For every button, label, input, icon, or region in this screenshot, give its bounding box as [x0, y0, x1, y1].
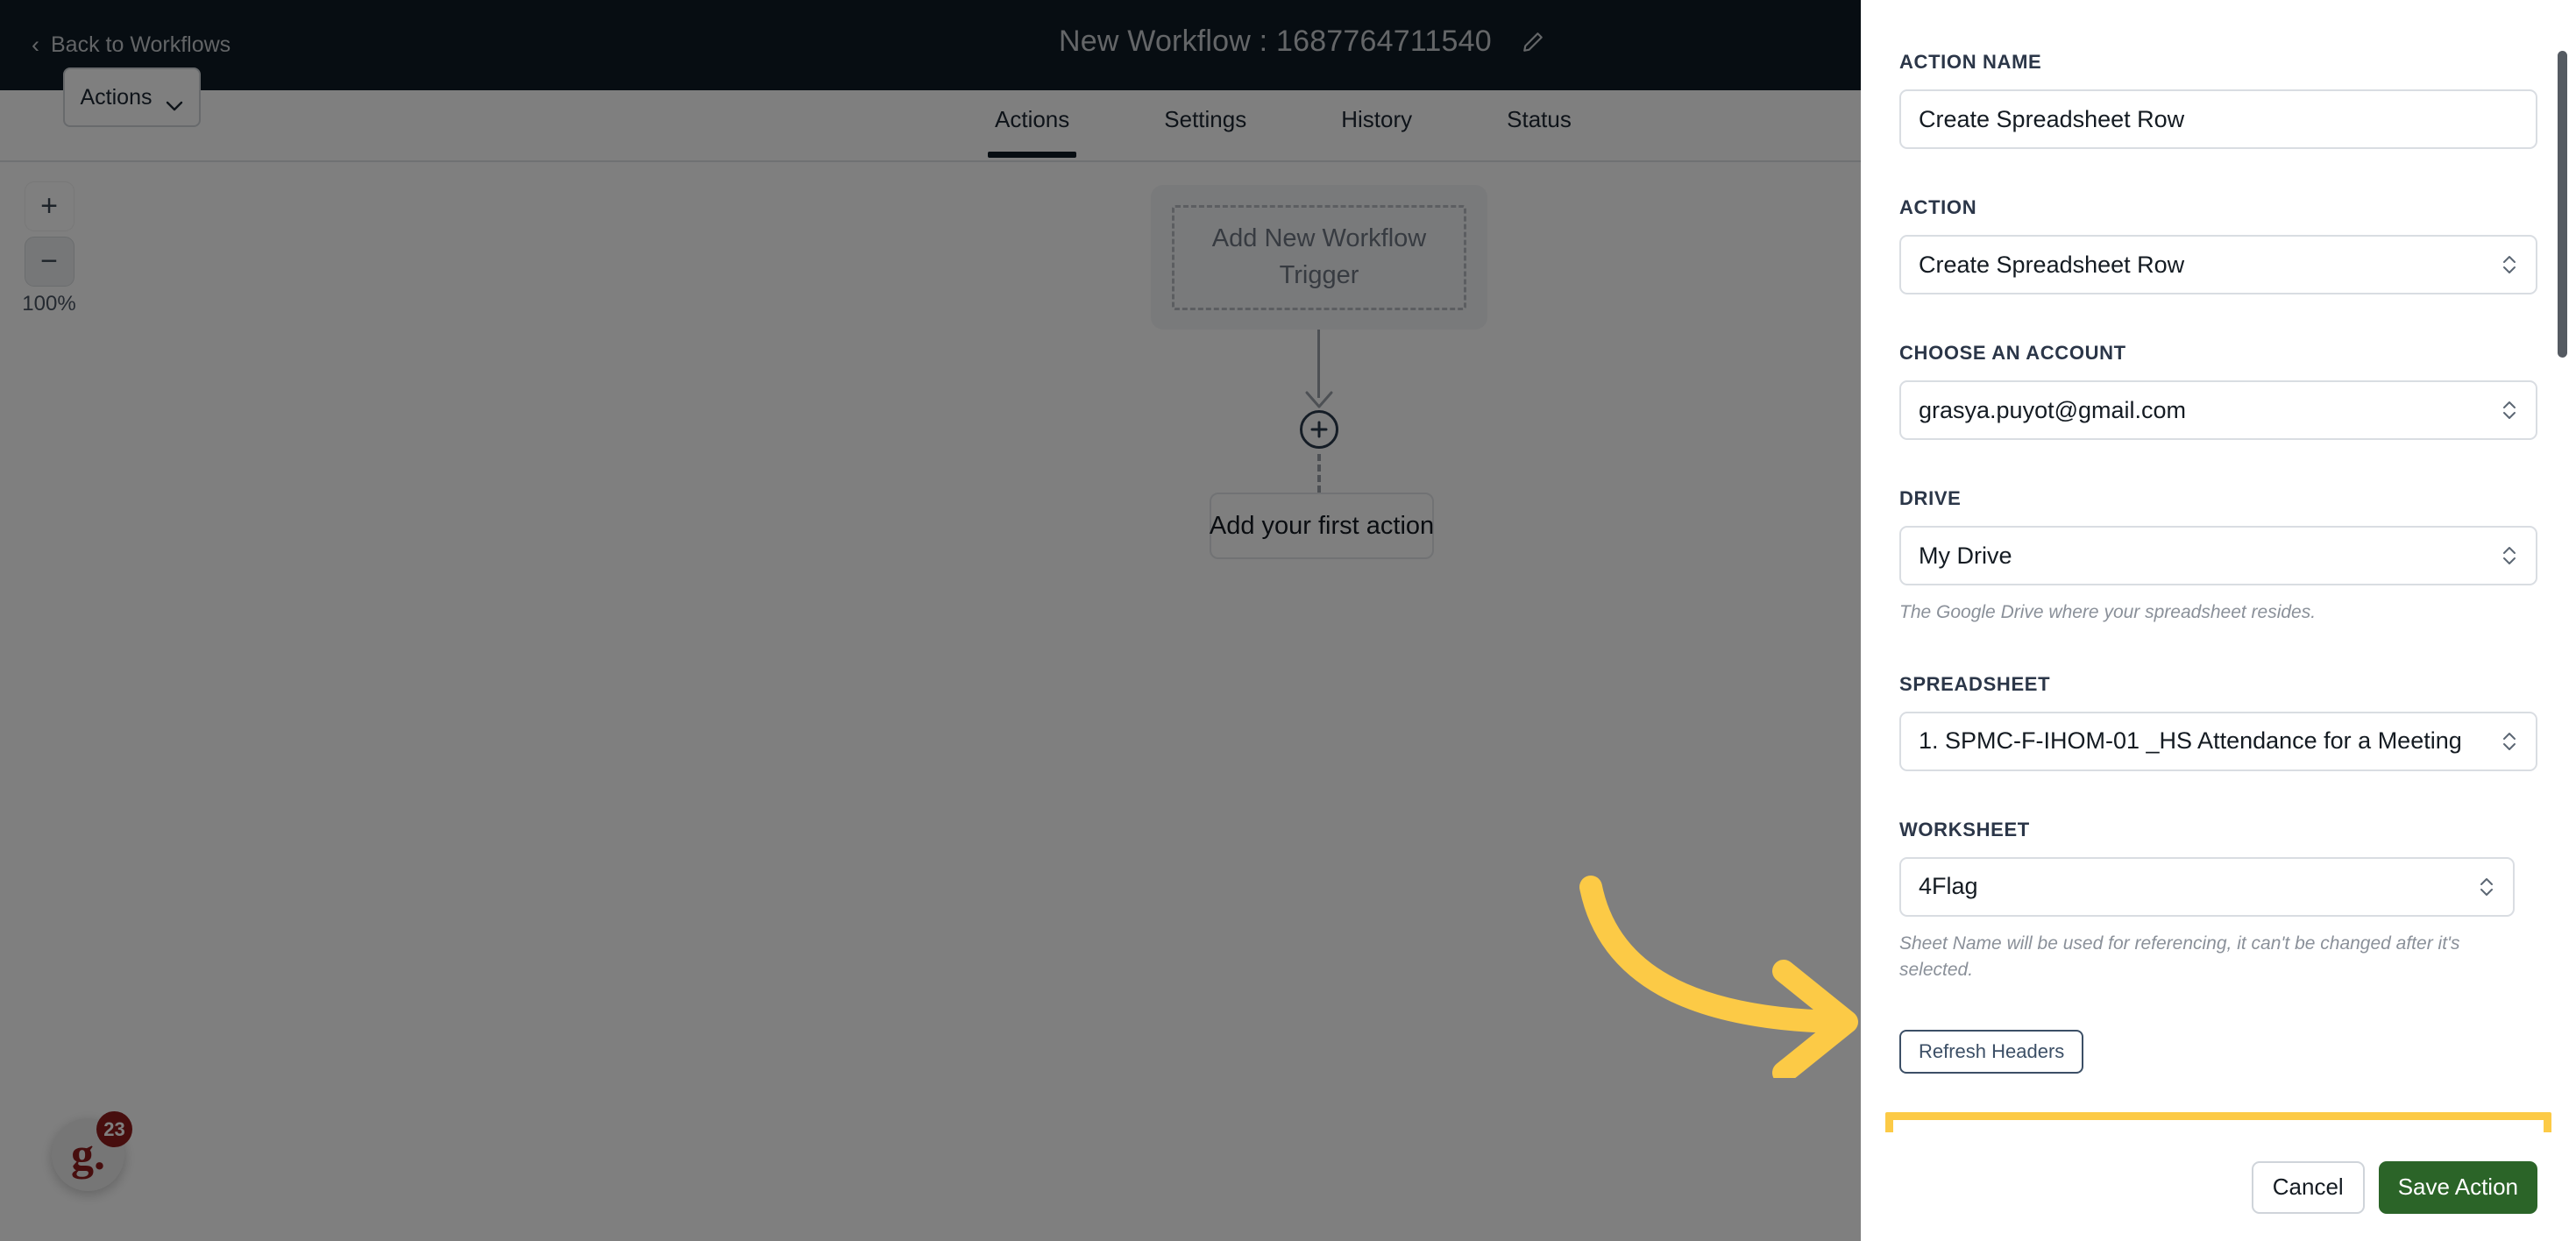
field-action: ACTION Create Spreadsheet Row [1899, 196, 2537, 294]
starting-column-highlight: STARTING COLUMN Select a Start Column [1885, 1112, 2551, 1132]
trigger-node-label: Add New Workflow Trigger [1211, 224, 1427, 289]
field-account: CHOOSE AN ACCOUNT grasya.puyot@gmail.com [1899, 342, 2537, 440]
zoom-out-label: − [40, 245, 58, 278]
drive-help-text: The Google Drive where your spreadsheet … [1899, 602, 2317, 622]
workflow-editor: ‹ Back to Workflows New Workflow : 16877… [0, 0, 1861, 1241]
action-config-form: ACTION NAME Create Spreadsheet Row ACTIO… [1861, 0, 2576, 1132]
save-action-button[interactable]: Save Action [2378, 1160, 2537, 1214]
panel-scrollbar-thumb[interactable] [2558, 51, 2567, 358]
app-root: ‹ Back to Workflows New Workflow : 16877… [0, 0, 2576, 1241]
action-value: Create Spreadsheet Row [1919, 251, 2185, 278]
cancel-label: Cancel [2272, 1174, 2344, 1200]
drive-label: DRIVE [1899, 487, 1962, 509]
chat-unread-count: 23 [103, 1117, 125, 1140]
action-config-panel: ACTION NAME Create Spreadsheet Row ACTIO… [1861, 0, 2576, 1241]
action-select[interactable]: Create Spreadsheet Row [1899, 235, 2537, 294]
connector-dashed-line [1317, 454, 1321, 493]
connector-line [1317, 330, 1320, 398]
actions-dropdown-button[interactable]: Actions [63, 67, 201, 127]
worksheet-value: 4Flag [1919, 873, 1978, 900]
chevron-up-down-icon [2478, 872, 2495, 902]
drive-select[interactable]: My Drive [1899, 526, 2537, 585]
add-first-action-button[interactable]: Add your first action [1210, 493, 1434, 559]
field-spreadsheet: SPREADSHEET 1. SPMC-F-IHOM-01 _HS Attend… [1899, 673, 2537, 771]
action-label: ACTION [1899, 196, 1977, 218]
chevron-up-down-icon [2501, 250, 2518, 280]
spreadsheet-select[interactable]: 1. SPMC-F-IHOM-01 _HS Attendance for a M… [1899, 711, 2537, 771]
spreadsheet-label: SPREADSHEET [1899, 672, 2051, 695]
panel-footer: Cancel Save Action [1861, 1132, 2576, 1241]
workflow-title-group: New Workflow : 1687764711540 [1059, 25, 1544, 59]
pencil-icon[interactable] [1522, 31, 1544, 53]
tab-status-label: Status [1507, 106, 1572, 132]
action-name-value: Create Spreadsheet Row [1919, 105, 2185, 132]
worksheet-select[interactable]: 4Flag [1899, 856, 2515, 917]
chevron-up-down-icon [2501, 541, 2518, 571]
workflow-trigger-node[interactable]: Add New Workflow Trigger [1151, 185, 1487, 330]
tab-actions[interactable]: Actions [987, 106, 1077, 158]
drive-value: My Drive [1919, 542, 2012, 569]
account-value: grasya.puyot@gmail.com [1919, 396, 2187, 423]
top-bar: ‹ Back to Workflows New Workflow : 16877… [0, 0, 1861, 90]
action-name-label: ACTION NAME [1899, 51, 2042, 73]
chevron-down-icon [166, 92, 183, 110]
add-step-button[interactable] [1300, 410, 1338, 449]
zoom-in-button[interactable]: + [24, 181, 75, 231]
tab-bar: Actions Actions Settings History Status [0, 67, 1861, 162]
zoom-controls: + − 100% [14, 181, 84, 316]
workflow-flow: Add New Workflow Trigger Add your first … [1151, 185, 1493, 559]
tab-list: Actions Settings History Status [987, 106, 1572, 158]
zoom-in-label: + [40, 189, 58, 223]
field-action-name: ACTION NAME Create Spreadsheet Row [1899, 51, 2537, 149]
trigger-placeholder: Add New Workflow Trigger [1172, 204, 1466, 310]
save-action-label: Save Action [2397, 1174, 2518, 1200]
chat-unread-badge: 23 [96, 1111, 132, 1147]
actions-dropdown-label: Actions [80, 84, 153, 110]
chevron-left-icon: ‹ [32, 32, 39, 58]
chevron-up-down-icon [2501, 395, 2518, 425]
refresh-headers-label: Refresh Headers [1919, 1040, 2065, 1063]
zoom-level-label: 100% [22, 292, 76, 316]
account-label: CHOOSE AN ACCOUNT [1899, 342, 2126, 364]
tab-status[interactable]: Status [1507, 106, 1572, 158]
worksheet-label: WORKSHEET [1899, 818, 2030, 840]
arrow-down-icon [1303, 389, 1335, 412]
add-first-action-label: Add your first action [1209, 511, 1435, 540]
chevron-up-down-icon [2501, 727, 2518, 756]
tab-actions-label: Actions [995, 106, 1070, 132]
panel-scrollbar-track[interactable] [2558, 0, 2572, 1132]
field-drive: DRIVE My Drive The Google Drive where yo… [1899, 487, 2537, 626]
tab-settings-label: Settings [1164, 106, 1247, 132]
flow-connector [1151, 330, 1493, 496]
account-select[interactable]: grasya.puyot@gmail.com [1899, 380, 2537, 440]
back-to-workflows-label: Back to Workflows [51, 32, 231, 57]
refresh-headers-button[interactable]: Refresh Headers [1899, 1030, 2084, 1074]
tab-history-label: History [1341, 106, 1413, 132]
spreadsheet-value: 1. SPMC-F-IHOM-01 _HS Attendance for a M… [1919, 727, 2462, 755]
page-title: New Workflow : 1687764711540 [1059, 25, 1492, 58]
tab-settings[interactable]: Settings [1164, 106, 1246, 158]
refresh-headers-row: Refresh Headers [1899, 1030, 2537, 1074]
zoom-out-button[interactable]: − [24, 237, 75, 287]
action-name-input[interactable]: Create Spreadsheet Row [1899, 89, 2537, 149]
chat-widget[interactable]: g. 23 [52, 1111, 132, 1191]
cancel-button[interactable]: Cancel [2251, 1160, 2365, 1214]
tab-history[interactable]: History [1341, 106, 1412, 158]
worksheet-help-text: Sheet Name will be used for referencing,… [1899, 933, 2460, 980]
workflow-canvas[interactable]: + − 100% Add New Workflow Trigger Add yo… [0, 162, 1861, 1239]
field-worksheet: WORKSHEET 4Flag Sheet Name will be used … [1899, 819, 2537, 983]
back-to-workflows-link[interactable]: ‹ Back to Workflows [32, 32, 231, 58]
